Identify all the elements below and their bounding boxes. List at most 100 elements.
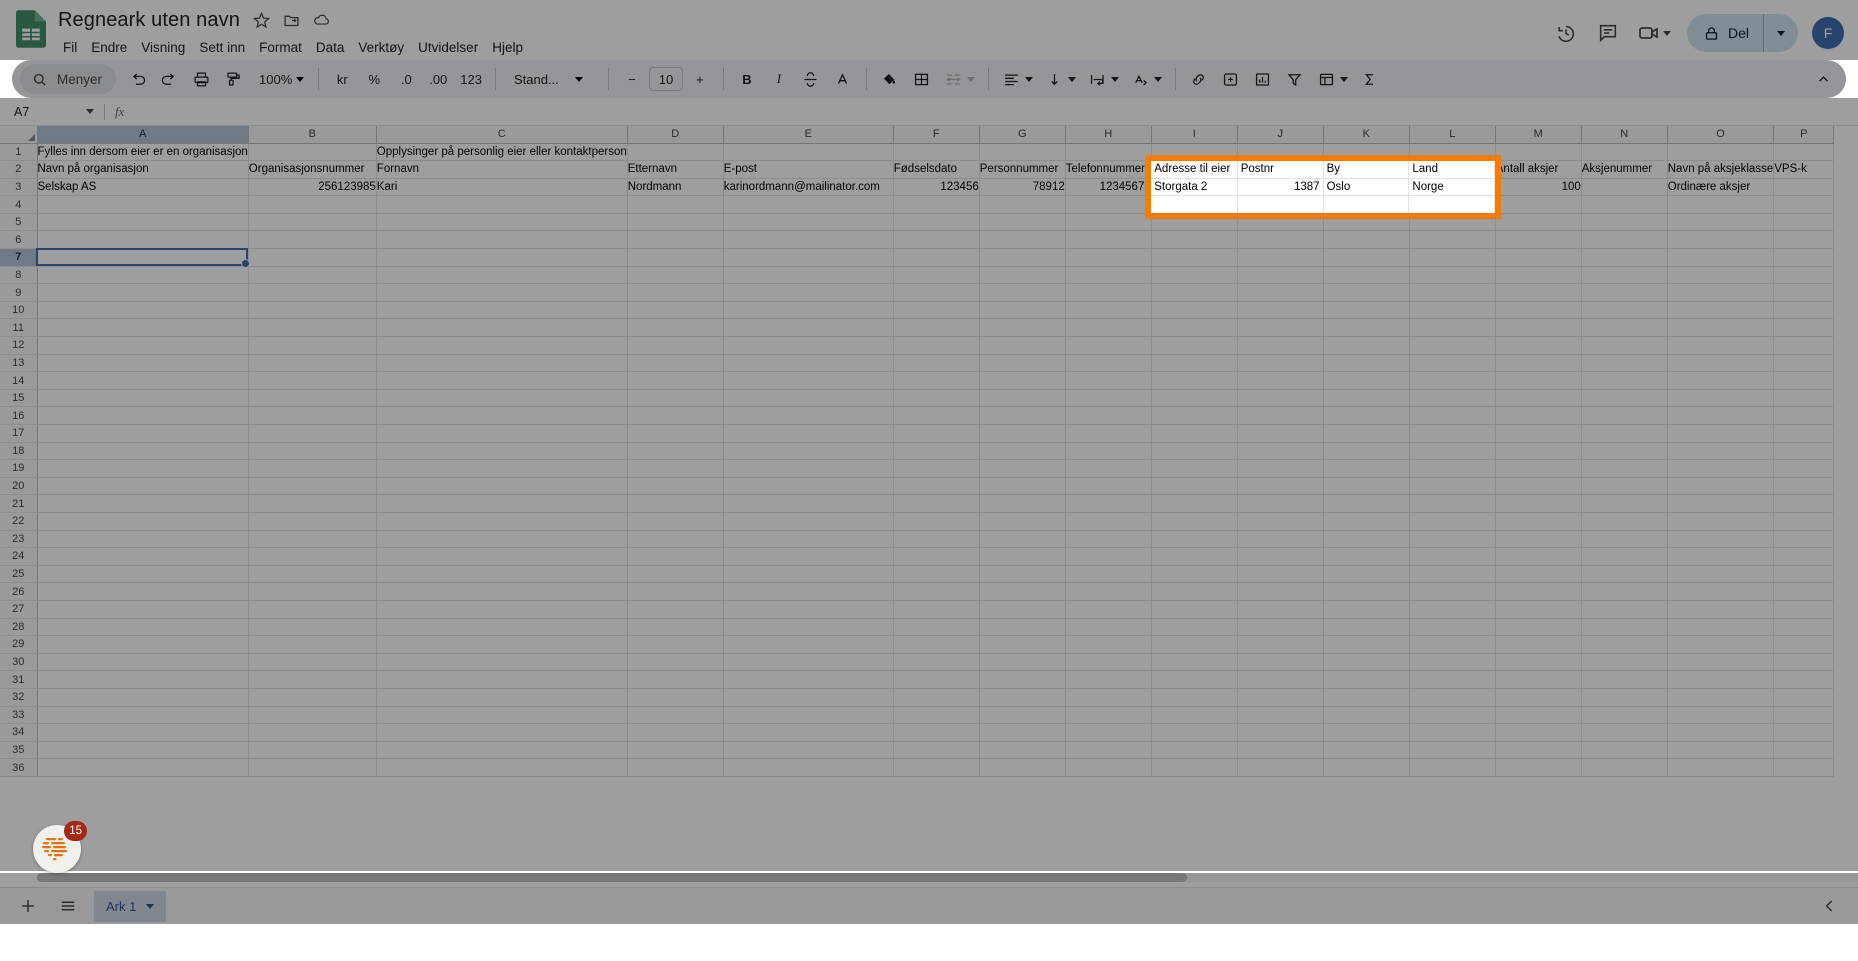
cell-D14[interactable] [627,371,724,390]
cell-L25[interactable] [1409,565,1496,584]
cell-D9[interactable] [627,283,724,302]
cell-O24[interactable] [1667,547,1775,566]
cell-O6[interactable] [1667,230,1775,250]
cell-M19[interactable] [1495,459,1582,478]
cell-E2[interactable]: E-post [723,160,894,179]
cell-N14[interactable] [1581,371,1668,390]
cell-D34[interactable] [627,723,724,742]
cell-F5[interactable] [893,213,980,232]
cell-J11[interactable] [1237,318,1324,338]
cell-D6[interactable] [627,230,724,250]
cell-I28[interactable] [1151,618,1238,637]
row-header-10[interactable]: 10 [0,301,38,320]
cell-M4[interactable] [1495,195,1582,214]
cell-C21[interactable] [376,494,628,513]
cell-L21[interactable] [1409,494,1496,513]
cell-C17[interactable] [376,424,628,443]
cell-C27[interactable] [376,600,628,619]
cell-D31[interactable] [627,670,724,689]
cell-A15[interactable] [37,389,249,408]
cell-H28[interactable] [1065,618,1152,637]
cell-A24[interactable] [37,547,249,566]
cell-D7[interactable] [627,248,724,267]
cell-D4[interactable] [627,195,724,214]
cell-N32[interactable] [1581,688,1668,707]
cell-C14[interactable] [376,371,628,390]
cell-F27[interactable] [893,600,980,619]
cell-A19[interactable] [37,459,249,478]
cell-B21[interactable] [248,494,377,513]
row-header-17[interactable]: 17 [0,424,38,443]
row-header-19[interactable]: 19 [0,459,38,478]
column-header-j[interactable]: J [1237,126,1324,144]
row-header-1[interactable]: 1 [0,143,38,162]
cell-G26[interactable] [979,582,1066,601]
cell-P14[interactable] [1773,371,1835,390]
row-header-32[interactable]: 32 [0,688,38,707]
cell-G22[interactable] [979,512,1066,531]
cell-B7[interactable] [248,248,377,267]
cell-P4[interactable] [1773,195,1835,214]
cell-E16[interactable] [723,406,894,425]
cell-K17[interactable] [1323,424,1410,443]
cell-G32[interactable] [979,688,1066,707]
cell-E12[interactable] [723,336,894,355]
search-menus-button[interactable]: Menyer [20,64,117,94]
cell-D28[interactable] [627,618,724,637]
cell-D19[interactable] [627,459,724,478]
cell-L15[interactable] [1409,389,1496,408]
row-header-15[interactable]: 15 [0,389,38,408]
cell-L30[interactable] [1409,653,1496,672]
cell-F28[interactable] [893,618,980,637]
cell-P33[interactable] [1773,706,1835,725]
cell-J19[interactable] [1237,459,1324,478]
highlight-empty-cell[interactable] [1237,195,1324,214]
cell-O34[interactable] [1667,723,1775,742]
row-header-4[interactable]: 4 [0,195,38,214]
fill-color-button[interactable] [875,64,905,94]
cell-K32[interactable] [1323,688,1410,707]
cell-E20[interactable] [723,477,894,496]
cell-H22[interactable] [1065,512,1152,531]
cell-B20[interactable] [248,477,377,496]
cell-J34[interactable] [1237,723,1324,742]
cell-O29[interactable] [1667,635,1775,654]
hscroll-thumb[interactable] [37,873,1187,882]
cell-N9[interactable] [1581,283,1668,302]
cell-I8[interactable] [1151,266,1238,285]
cell-C36[interactable] [376,758,628,777]
menu-item-sett-inn[interactable]: Sett inn [192,37,252,58]
chevron-down-icon[interactable] [1662,30,1671,36]
cell-E7[interactable] [723,248,894,267]
cell-M9[interactable] [1495,283,1582,302]
insert-comment-icon[interactable] [1216,64,1246,94]
cell-B10[interactable] [248,301,377,320]
cell-F18[interactable] [893,442,980,461]
meet-call-button[interactable] [1631,14,1677,52]
cell-G17[interactable] [979,424,1066,443]
cell-K13[interactable] [1323,354,1410,373]
merge-cells-button[interactable] [939,64,980,94]
cell-C16[interactable] [376,406,628,425]
cell-B13[interactable] [248,354,377,373]
cell-M24[interactable] [1495,547,1582,566]
column-header-h[interactable]: H [1065,126,1152,144]
cell-B26[interactable] [248,582,377,601]
cell-D8[interactable] [627,266,724,285]
cell-B6[interactable] [248,230,377,250]
cell-M1[interactable] [1495,143,1582,162]
cell-B2[interactable]: Organisasjonsnummer [248,160,377,179]
cell-H29[interactable] [1065,635,1152,654]
cell-H10[interactable] [1065,301,1152,320]
cell-H24[interactable] [1065,547,1152,566]
cell-N16[interactable] [1581,406,1668,425]
cell-H15[interactable] [1065,389,1152,408]
cell-B11[interactable] [248,318,377,338]
cell-N10[interactable] [1581,301,1668,320]
cell-G35[interactable] [979,741,1066,760]
cell-L12[interactable] [1409,336,1496,355]
cell-E11[interactable] [723,318,894,338]
cell-G2[interactable]: Personnummer [979,160,1066,179]
cell-M16[interactable] [1495,406,1582,425]
cell-E19[interactable] [723,459,894,478]
